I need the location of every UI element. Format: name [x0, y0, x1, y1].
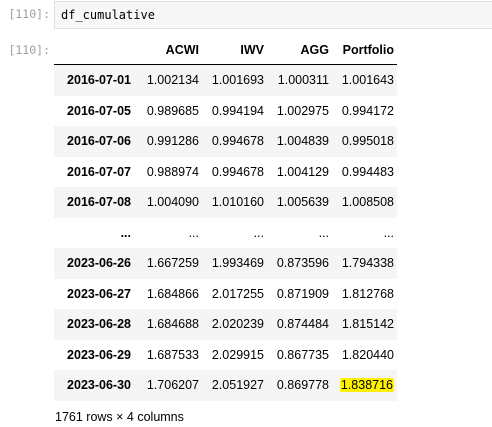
table-row: 2016-07-07 0.988974 0.994678 1.004129 0.9944…: [54, 156, 397, 187]
table-cell: 0.994678: [211, 164, 264, 179]
row-index: ...: [120, 225, 131, 240]
column-header-portfolio: Portfolio: [332, 35, 397, 65]
table-row: 2023-06-29 1.687533 2.029915 0.867735 1.8204…: [54, 339, 397, 370]
table-cell: 1.667259: [146, 256, 199, 271]
row-index: 2016-07-07: [67, 164, 131, 179]
table-cell: 0.994194: [211, 103, 264, 118]
table-cell: 1.820440: [341, 347, 394, 362]
header-row: ACWI IWV AGG Portfolio: [54, 35, 397, 65]
code-input-cell[interactable]: df_cumulative: [54, 1, 492, 29]
table-cell: 1.000311: [277, 73, 329, 88]
table-cell: 0.991286: [146, 134, 199, 149]
column-header-acwi: ACWI: [137, 35, 202, 65]
row-index: 2016-07-01: [67, 73, 131, 88]
table-cell: 1.002134: [146, 73, 199, 88]
table-cell: 0.994678: [211, 134, 264, 149]
dataframe-table: ACWI IWV AGG Portfolio 2016-07-01 1.00213…: [54, 35, 397, 401]
dataframe-shape-summary: 1761 rows × 4 columns: [55, 410, 184, 424]
table-cell: 0.995018: [341, 134, 394, 149]
column-header-iwv: IWV: [202, 35, 267, 65]
table-cell: 0.994483: [341, 164, 394, 179]
table-cell: 1.838716: [332, 370, 397, 401]
code-text[interactable]: df_cumulative: [61, 8, 155, 22]
output-prompt: [110]:: [8, 43, 50, 57]
table-row: 2016-07-05 0.989685 0.994194 1.002975 0.9941…: [54, 95, 397, 126]
row-index: 2016-07-05: [67, 103, 131, 118]
table-cell: 1.002975: [276, 103, 329, 118]
table-cell: 2.029915: [211, 347, 264, 362]
table-cell: 1.794338: [341, 256, 394, 271]
table-cell: 1.687533: [146, 347, 199, 362]
row-index: 2023-06-26: [67, 256, 131, 271]
table-cell: 1.684866: [146, 286, 199, 301]
column-header-agg: AGG: [267, 35, 332, 65]
table-cell: 0.994172: [341, 103, 394, 118]
highlighted-value: 1.838716: [339, 378, 394, 393]
table-row: 2023-06-27 1.684866 2.017255 0.871909 1.8127…: [54, 278, 397, 309]
table-cell: 1.004129: [276, 164, 329, 179]
dataframe-output: ACWI IWV AGG Portfolio 2016-07-01 1.00213…: [54, 35, 397, 401]
table-cell: ...: [318, 225, 329, 240]
table-cell: 1.815142: [341, 317, 394, 332]
table-cell: 2.051927: [211, 378, 264, 393]
table-cell: 2.020239: [211, 317, 264, 332]
table-cell: 0.869778: [276, 378, 329, 393]
table-row: ...............: [54, 217, 397, 248]
table-cell: 1.001643: [341, 73, 394, 88]
input-prompt: [110]:: [8, 7, 50, 21]
table-row: 2023-06-30 1.706207 2.051927 0.869778 1.8387…: [54, 370, 397, 401]
table-row: 2016-07-08 1.004090 1.010160 1.005639 1.0085…: [54, 187, 397, 218]
index-header: [54, 35, 137, 65]
table-cell: 1.001693: [211, 73, 264, 88]
table-row: 2016-07-01 1.002134 1.001693 1.000311 1.0016…: [54, 64, 397, 96]
table-cell: 0.988974: [146, 164, 199, 179]
table-row: 2023-06-28 1.684688 2.020239 0.874484 1.8151…: [54, 309, 397, 340]
table-cell: 1.010160: [211, 195, 264, 210]
table-cell: 0.874484: [276, 317, 329, 332]
row-index: 2023-06-27: [67, 286, 131, 301]
table-row: 2023-06-26 1.667259 1.993469 0.873596 1.7943…: [54, 248, 397, 279]
table-cell: ...: [383, 225, 394, 240]
table-cell: 1.706207: [146, 378, 199, 393]
row-index: 2023-06-29: [67, 347, 131, 362]
table-cell: 1.684688: [146, 317, 199, 332]
table-cell: 1.004839: [276, 134, 329, 149]
notebook-page: [110]: df_cumulative [110]: ACWI IWV AGG…: [0, 0, 492, 427]
table-row: 2016-07-06 0.991286 0.994678 1.004839 0.9950…: [54, 126, 397, 157]
table-cell: 0.867735: [276, 347, 329, 362]
table-cell: ...: [188, 225, 199, 240]
row-index: 2023-06-28: [67, 317, 131, 332]
table-cell: 1.993469: [211, 256, 264, 271]
table-cell: 1.004090: [146, 195, 199, 210]
table-body: 2016-07-01 1.002134 1.001693 1.000311 1.0016…: [54, 64, 397, 401]
table-cell: 1.008508: [341, 195, 394, 210]
table-cell: 0.873596: [276, 256, 329, 271]
table-cell: ...: [253, 225, 264, 240]
row-index: 2023-06-30: [67, 378, 131, 393]
table-cell: 0.989685: [146, 103, 199, 118]
row-index: 2016-07-06: [67, 134, 131, 149]
table-cell: 1.812768: [341, 286, 394, 301]
row-index: 2016-07-08: [67, 195, 131, 210]
table-cell: 2.017255: [211, 286, 264, 301]
table-cell: 1.005639: [276, 195, 329, 210]
table-cell: 0.871909: [276, 286, 329, 301]
